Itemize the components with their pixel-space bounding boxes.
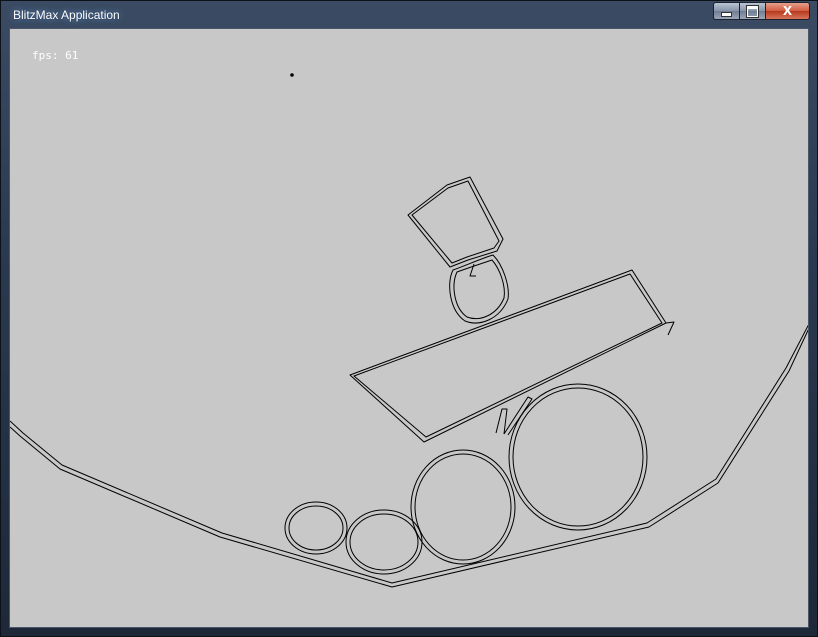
window-controls: X — [713, 2, 810, 20]
title-bar[interactable]: BlitzMax Application X — [1, 1, 817, 28]
tiny-circle — [284, 501, 348, 555]
close-button[interactable]: X — [765, 2, 810, 20]
close-icon: X — [782, 4, 793, 18]
minimize-icon — [721, 12, 732, 17]
tilted-plank — [349, 269, 675, 443]
scene-shapes — [10, 73, 808, 588]
minimize-button[interactable] — [713, 2, 739, 20]
small-circle — [345, 509, 423, 575]
app-window: BlitzMax Application X fps: 61 — [0, 0, 818, 637]
medium-circle — [410, 449, 516, 565]
render-canvas[interactable]: fps: 61 — [9, 28, 809, 628]
bucket-shape — [407, 176, 504, 268]
large-circle — [495, 383, 648, 531]
physics-scene — [10, 73, 808, 588]
maximize-icon — [747, 5, 758, 17]
small-loop — [449, 254, 509, 324]
ground-chain — [10, 324, 808, 588]
maximize-button[interactable] — [739, 2, 765, 20]
cursor-dot — [290, 73, 294, 77]
window-title: BlitzMax Application — [13, 8, 120, 22]
